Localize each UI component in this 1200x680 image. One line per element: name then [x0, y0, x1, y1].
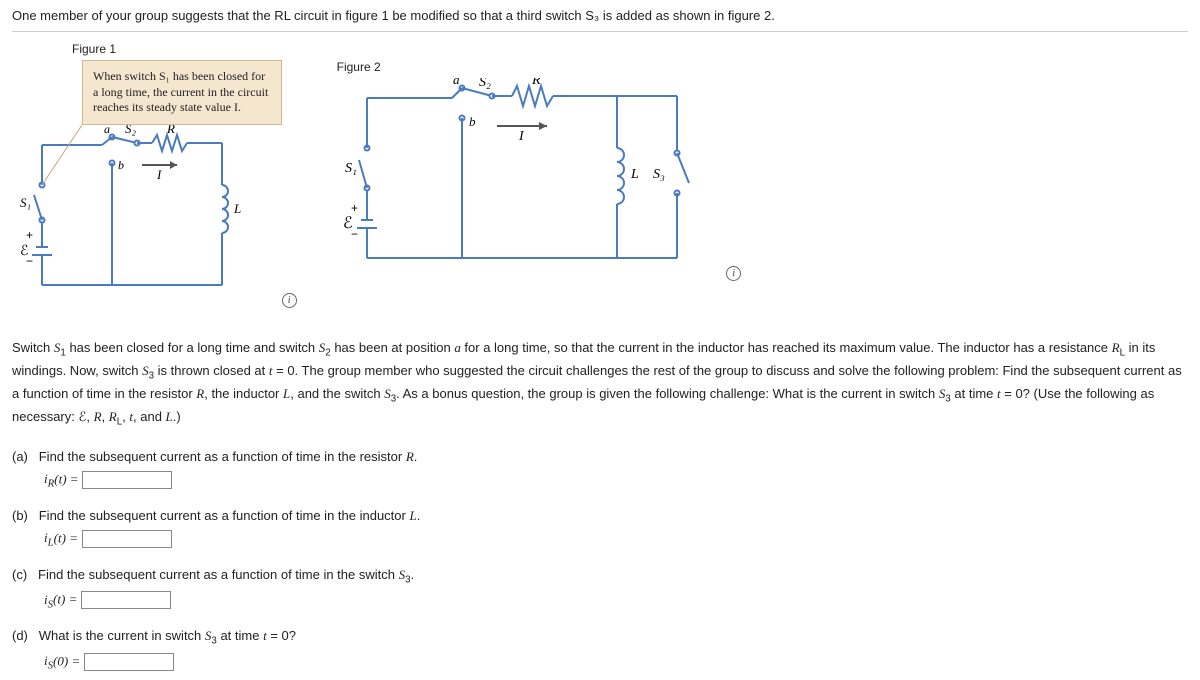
svg-text:S₃: S₃ — [653, 167, 665, 182]
part-c-prompt: Find the subsequent current as a functio… — [38, 567, 414, 582]
part-c-input[interactable] — [81, 591, 171, 609]
circuit-figure1: S₁ a S₂ R b I L + ℰ − — [12, 125, 272, 305]
part-c: (c) Find the subsequent current as a fun… — [12, 567, 1188, 611]
part-b: (b) Find the subsequent current as a fun… — [12, 508, 1188, 549]
svg-text:I: I — [518, 129, 525, 144]
svg-text:b: b — [469, 114, 476, 129]
part-a-label: (a) — [12, 449, 28, 464]
svg-text:I: I — [156, 167, 162, 182]
info-icon[interactable]: i — [726, 266, 741, 281]
part-c-var: iS(t) = — [44, 592, 77, 607]
part-a-prompt: Find the subsequent current as a functio… — [39, 449, 418, 464]
part-d-input[interactable] — [84, 653, 174, 671]
circuit-figure2: S₁ a S₂ R b I L S₃ + ℰ − — [337, 78, 717, 278]
part-d-var: iS(0) = — [44, 653, 80, 668]
part-d-label: (d) — [12, 628, 28, 643]
callout-box: When switch S₁ has been closed for a lon… — [82, 60, 282, 125]
part-b-var: iL(t) = — [44, 530, 78, 545]
part-a-input[interactable] — [82, 471, 172, 489]
svg-text:S₂: S₂ — [479, 78, 491, 90]
part-d-prompt: What is the current in switch S3 at time… — [39, 628, 296, 643]
svg-text:a: a — [453, 78, 460, 87]
svg-text:−: − — [351, 227, 358, 241]
figure1-label: Figure 1 — [72, 42, 1188, 56]
figure2-label: Figure 2 — [337, 60, 742, 74]
svg-text:S₁: S₁ — [345, 161, 357, 176]
svg-text:b: b — [118, 158, 124, 172]
svg-text:+: + — [26, 228, 33, 242]
part-a-var: iR(t) = — [44, 471, 79, 486]
svg-text:a: a — [104, 125, 110, 136]
info-icon[interactable]: i — [282, 293, 297, 308]
part-b-input[interactable] — [82, 530, 172, 548]
svg-text:R: R — [166, 125, 175, 136]
svg-text:R: R — [531, 78, 541, 88]
problem-statement: Switch S1 has been closed for a long tim… — [12, 338, 1188, 431]
svg-text:−: − — [26, 254, 33, 268]
svg-text:S₁: S₁ — [20, 195, 31, 210]
figure1: When switch S₁ has been closed for a lon… — [12, 60, 297, 308]
intro-text: One member of your group suggests that t… — [12, 8, 1188, 23]
figure2: Figure 2 — [337, 60, 742, 281]
divider — [12, 31, 1188, 32]
svg-text:L: L — [630, 167, 639, 182]
svg-text:L: L — [233, 201, 241, 216]
part-c-label: (c) — [12, 567, 27, 582]
svg-text:S₂: S₂ — [125, 125, 137, 136]
svg-text:+: + — [351, 201, 358, 215]
part-b-prompt: Find the subsequent current as a functio… — [39, 508, 421, 523]
part-b-label: (b) — [12, 508, 28, 523]
part-a: (a) Find the subsequent current as a fun… — [12, 449, 1188, 490]
